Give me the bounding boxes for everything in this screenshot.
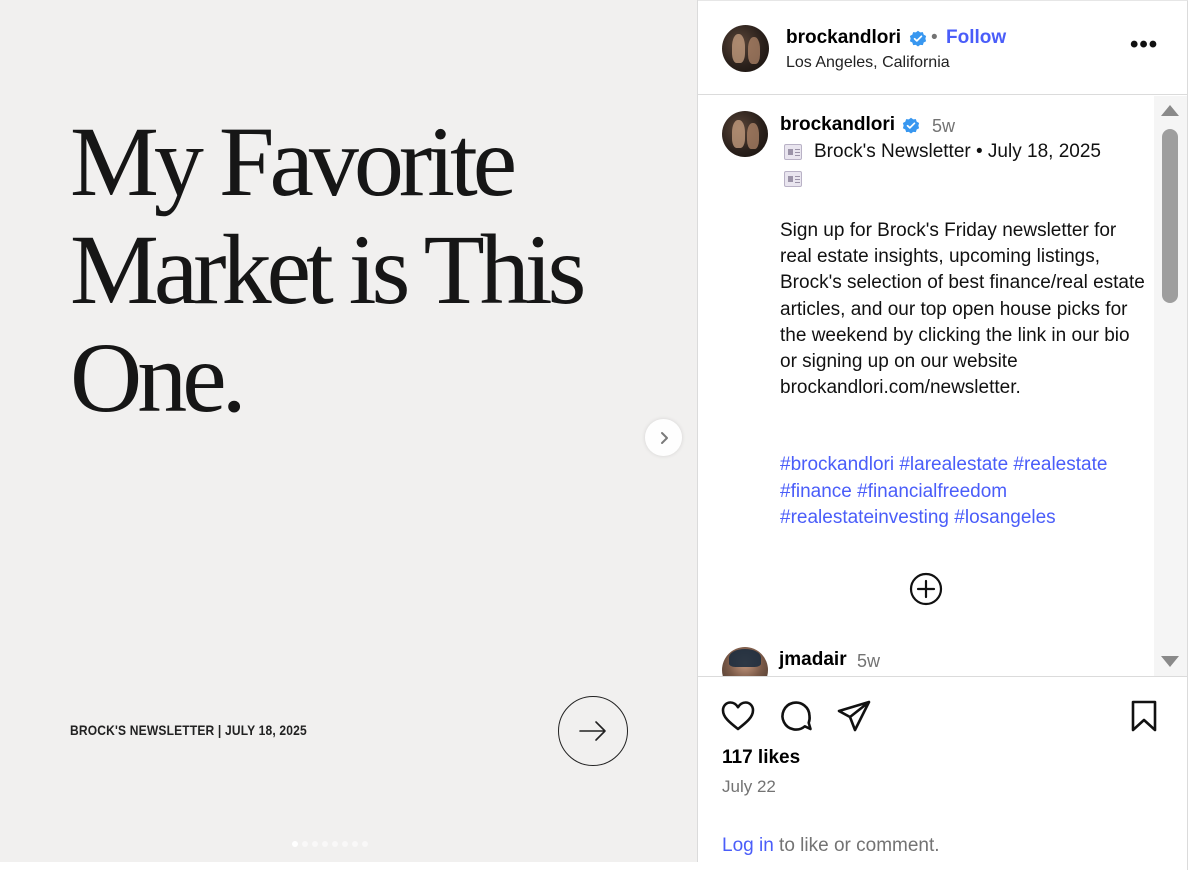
caption-text: Sign up for Brock's Friday newsletter fo… — [780, 220, 1145, 399]
avatar[interactable] — [722, 647, 768, 676]
header-username[interactable]: brockandlori — [786, 27, 901, 49]
follow-button[interactable]: Follow — [946, 27, 1006, 49]
bookmark-icon[interactable] — [1126, 698, 1162, 734]
carousel-dot[interactable] — [332, 841, 338, 847]
newspaper-icon — [784, 171, 802, 187]
post-header: brockandlori • Follow Los Angeles, Calif… — [698, 1, 1188, 95]
headline-line: One. — [70, 322, 247, 433]
comment-time[interactable]: 5w — [857, 651, 880, 672]
verified-badge-icon — [909, 30, 927, 47]
heart-icon[interactable] — [720, 698, 756, 734]
slide-headline: My Favorite Market is This One. — [70, 108, 670, 432]
newspaper-icon — [784, 144, 802, 160]
login-link[interactable]: Log in — [722, 835, 774, 856]
comment-time[interactable]: 5w — [932, 116, 955, 137]
hashtags[interactable]: #brockandlori #larealestate #realestate … — [780, 452, 1150, 532]
post-date[interactable]: July 22 — [722, 777, 776, 797]
avatar[interactable] — [722, 25, 769, 72]
comment-icon[interactable] — [778, 698, 814, 734]
scroll-up-arrow-icon[interactable] — [1161, 105, 1179, 116]
verified-badge-icon — [902, 117, 920, 134]
carousel-dot[interactable] — [302, 841, 308, 847]
location-link[interactable]: Los Angeles, California — [786, 54, 950, 72]
post-side-panel: brockandlori • Follow Los Angeles, Calif… — [698, 0, 1188, 870]
avatar[interactable] — [722, 111, 768, 157]
login-prompt-text: to like or comment. — [773, 835, 940, 856]
headline-line: Market is This — [70, 214, 586, 325]
login-prompt: Log in to like or comment. — [722, 835, 940, 857]
comments-list: brockandlori 5w Brock's Newsletter • Jul… — [698, 96, 1188, 676]
load-more-comments-icon[interactable] — [909, 572, 943, 606]
carousel-dot[interactable] — [352, 841, 358, 847]
headline-line: My Favorite — [70, 106, 517, 217]
carousel-dot[interactable] — [312, 841, 318, 847]
newsletter-line: Brock's Newsletter • July 18, 2025 — [814, 141, 1101, 162]
slide-footer-text: BROCK'S NEWSLETTER | JULY 18, 2025 — [70, 722, 307, 738]
carousel-dot[interactable] — [362, 841, 368, 847]
comment-username[interactable]: jmadair — [779, 649, 847, 671]
carousel-dot[interactable] — [292, 841, 298, 847]
likes-count[interactable]: 117 likes — [722, 747, 800, 769]
carousel-dot[interactable] — [322, 841, 328, 847]
carousel-dots — [292, 841, 368, 847]
scrollbar-thumb[interactable] — [1162, 129, 1178, 303]
chevron-right-icon — [660, 431, 668, 444]
carousel-dot[interactable] — [342, 841, 348, 847]
more-options-icon[interactable]: ••• — [1130, 33, 1158, 57]
scroll-down-arrow-icon[interactable] — [1161, 656, 1179, 667]
comment-username[interactable]: brockandlori — [780, 114, 895, 136]
comments-scrollbar[interactable] — [1154, 96, 1187, 676]
post-media[interactable]: My Favorite Market is This One. BROCK'S … — [0, 0, 698, 862]
carousel-next-button[interactable] — [645, 419, 682, 456]
separator-dot: • — [931, 27, 938, 48]
post-actions: 117 likes July 22 Log in to like or comm… — [698, 676, 1188, 870]
arrow-right-circle-icon — [558, 696, 628, 766]
share-icon[interactable] — [836, 698, 872, 734]
